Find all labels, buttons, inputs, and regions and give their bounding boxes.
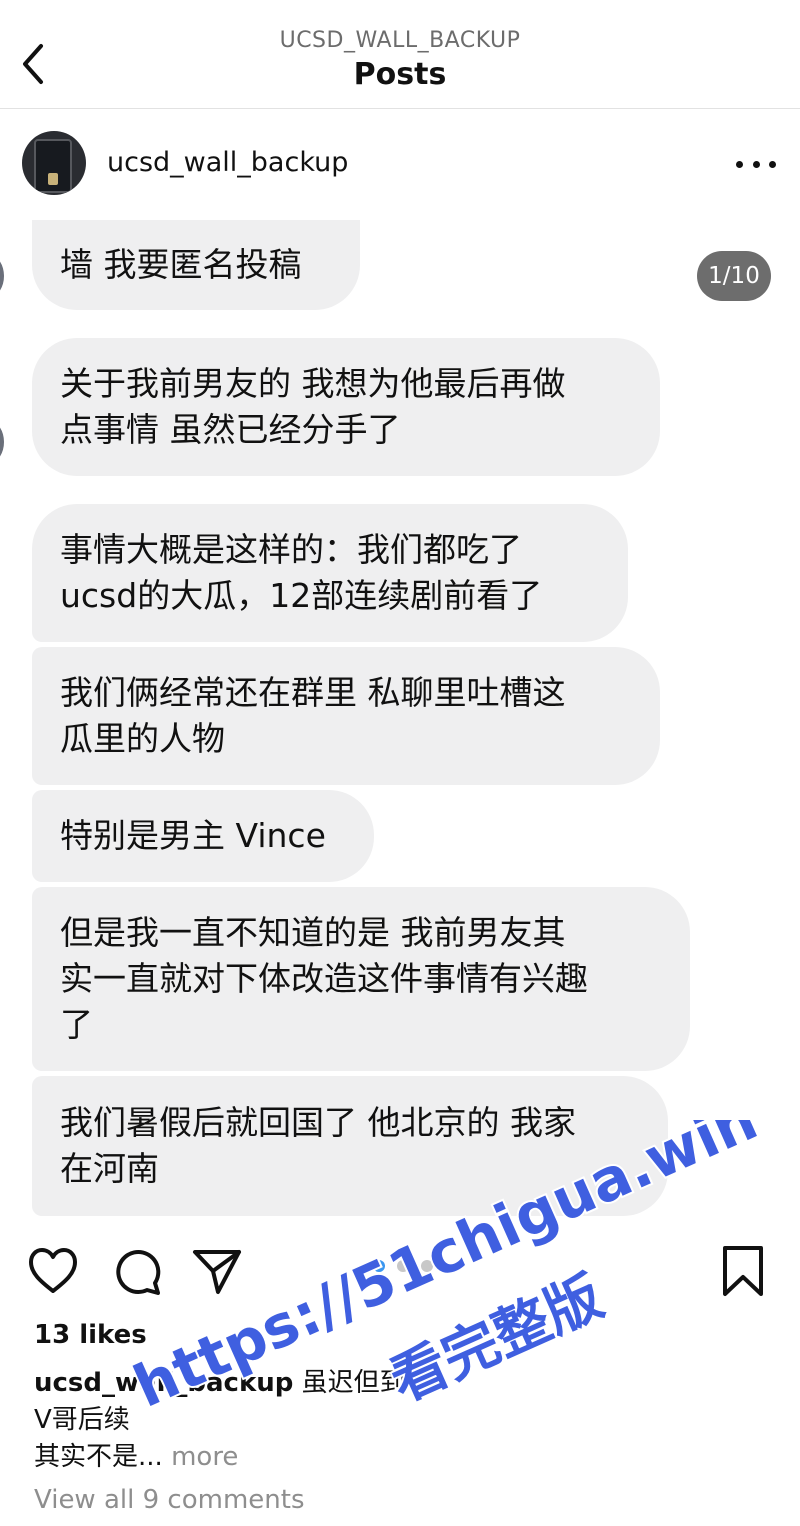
carousel-counter: 1/10 [697,251,771,301]
like-button[interactable] [26,1244,80,1298]
caption-line: 其实不是... more [34,1439,774,1476]
bookmark-icon [723,1246,763,1296]
comment-button[interactable] [110,1244,164,1298]
chat-bubble: 墙 我要匿名投稿 [32,220,360,310]
more-options-button[interactable] [736,151,776,177]
heart-icon [29,1248,77,1293]
message-text: 我们俩经常还在群里 私聊里吐槽这 瓜里的人物 [60,673,566,758]
caption-more-link[interactable]: more [171,1442,238,1472]
ellipsis-icon [769,160,776,168]
chat-bubble: 关于我前男友的 我想为他最后再做 点事情 虽然已经分手了 [32,338,660,476]
ellipsis-icon [752,160,760,168]
save-button[interactable] [716,1244,770,1298]
sender-avatar [0,256,4,296]
action-bar [0,1222,800,1322]
avatar[interactable] [22,131,86,195]
chat-bubble: 我们俩经常还在群里 私聊里吐槽这 瓜里的人物 [32,647,660,785]
account-handle: UCSD_WALL_BACKUP [279,28,521,53]
chat-bubble: 但是我一直不知道的是 我前男友其 实一直就对下体改造这件事情有兴趣 了 [32,887,690,1071]
caption-text: V哥后续 [34,1405,130,1435]
caption-text: 虽迟但到 [301,1368,406,1398]
carousel-dot [397,1260,409,1272]
chat-bubble: 我们暑假后就回国了 他北京的 我家 在河南 [32,1076,668,1216]
message-text: 关于我前男友的 我想为他最后再做 点事情 虽然已经分手了 [60,364,566,449]
carousel-dot [421,1260,433,1272]
caption-text: 其实不是 [34,1442,139,1472]
paper-plane-icon [193,1250,241,1294]
comment-icon [116,1250,161,1295]
view-comments-link[interactable]: View all 9 comments [34,1485,305,1515]
post-image[interactable]: 墙 我要匿名投稿 关于我前男友的 我想为他最后再做 点事情 虽然已经分手了 事情… [0,220,800,1222]
carousel-indicator [373,1259,433,1273]
caption-line: ucsd_wall_backup 虽迟但到 [34,1365,774,1402]
message-text: 我们暑假后就回国了 他北京的 我家 在河南 [60,1103,576,1188]
top-bar: UCSD_WALL_BACKUP Posts [0,0,800,109]
post-caption: ucsd_wall_backup 虽迟但到 V哥后续 其实不是... more [34,1365,774,1476]
share-button[interactable] [190,1244,244,1298]
post-author-row: ucsd_wall_backup [0,109,800,219]
message-text: 事情大概是这样的：我们都吃了 ucsd的大瓜，12部连续剧前看了 [60,530,543,615]
chat-bubble: 特别是男主 Vince [32,790,374,882]
message-text: 特别是男主 Vince [60,816,326,855]
message-text: 墙 我要匿名投稿 [60,245,302,284]
ellipsis-icon [736,160,743,168]
chat-bubble: 事情大概是这样的：我们都吃了 ucsd的大瓜，12部连续剧前看了 [32,504,628,642]
page-title: Posts [353,57,447,92]
likes-count[interactable]: 13 likes [34,1320,147,1350]
caption-username[interactable]: ucsd_wall_backup [34,1368,293,1398]
author-username[interactable]: ucsd_wall_backup [107,147,348,178]
carousel-dot-active [373,1260,385,1272]
sender-avatar [0,422,4,462]
avatar-detail [48,173,58,185]
message-text: 但是我一直不知道的是 我前男友其 实一直就对下体改造这件事情有兴趣 了 [60,913,588,1044]
caption-ellipsis: ... [138,1442,163,1472]
